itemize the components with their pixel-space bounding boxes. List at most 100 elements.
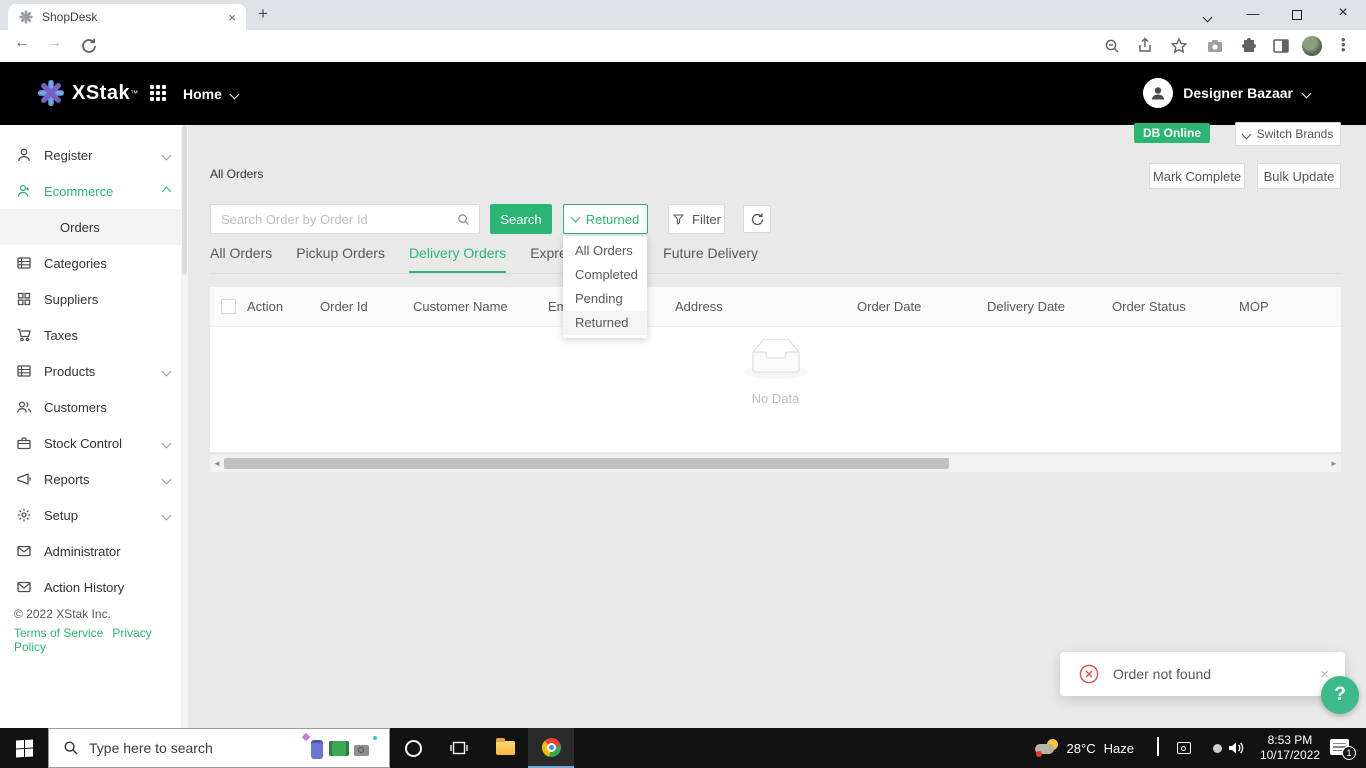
order-search-input[interactable] xyxy=(211,205,479,233)
home-chevron-down-icon xyxy=(229,89,240,99)
windows-logo-icon xyxy=(15,739,33,757)
status-dropdown-menu: All Orders Completed Pending Returned xyxy=(563,236,647,338)
refresh-button[interactable] xyxy=(743,205,771,233)
terms-link[interactable]: Terms of Service xyxy=(14,626,103,640)
search-button[interactable]: Search xyxy=(490,204,552,234)
zoom-icon[interactable] xyxy=(1103,37,1121,55)
tab-all-orders[interactable]: All Orders xyxy=(210,243,272,273)
sidebar-item-setup[interactable]: Setup xyxy=(0,497,188,533)
cortana-button[interactable] xyxy=(390,728,436,768)
empty-state: No Data xyxy=(210,338,1341,406)
back-icon[interactable]: ← xyxy=(14,34,30,52)
notification-badge: 1 xyxy=(1342,746,1356,760)
xstak-brand[interactable]: XStak ™ xyxy=(38,80,138,106)
dropdown-option-pending[interactable]: Pending xyxy=(563,287,647,311)
volume-icon[interactable] xyxy=(1227,740,1245,756)
taskbar-search[interactable] xyxy=(48,728,390,768)
sidebar-label: Ecommerce xyxy=(44,183,114,199)
extensions-puzzle-icon[interactable] xyxy=(1240,37,1258,55)
switch-brands-button[interactable]: Switch Brands xyxy=(1235,122,1341,146)
tab-delivery-orders[interactable]: Delivery Orders xyxy=(408,243,507,273)
search-icon xyxy=(64,741,78,755)
task-view-button[interactable] xyxy=(436,728,482,768)
apps-grid-icon[interactable] xyxy=(150,85,166,101)
sidebar-item-customers[interactable]: Customers xyxy=(0,389,188,425)
sidebar-label: Action History xyxy=(44,579,125,595)
sidebar-item-suppliers[interactable]: Suppliers xyxy=(0,281,188,317)
table-header-row: Action Order Id Customer Name Email Addr… xyxy=(210,287,1341,327)
scrollbar-thumb[interactable] xyxy=(224,458,949,469)
show-hidden-icons-chevron[interactable] xyxy=(1156,737,1159,757)
action-center-button[interactable]: 1 xyxy=(1330,739,1356,760)
bookmark-star-icon[interactable] xyxy=(1170,37,1188,55)
browser-tab[interactable]: ShopDesk × xyxy=(8,4,246,30)
user-name: Designer Bazaar xyxy=(1183,85,1293,101)
tab-pickup-orders[interactable]: Pickup Orders xyxy=(296,243,385,273)
tab-future-delivery[interactable]: Future Delivery xyxy=(663,243,758,273)
scroll-left-arrow-icon[interactable]: ◄ xyxy=(210,459,224,468)
forward-icon[interactable]: → xyxy=(46,34,62,52)
taskbar-search-input[interactable] xyxy=(89,740,279,756)
scroll-right-arrow-icon[interactable]: ► xyxy=(1327,459,1341,468)
weather-widget[interactable]: 28°C Haze xyxy=(1034,739,1134,757)
window-maximize-button[interactable] xyxy=(1287,8,1307,23)
sidebar-item-reports[interactable]: Reports xyxy=(0,461,188,497)
refresh-icon xyxy=(751,213,763,225)
sidebar-scrollbar[interactable] xyxy=(181,125,188,728)
browser-profile-avatar[interactable] xyxy=(1302,36,1322,56)
funnel-icon xyxy=(673,214,685,225)
window-close-button[interactable]: × xyxy=(1333,4,1353,22)
status-filter-dropdown[interactable]: Returned xyxy=(563,204,648,234)
temperature: 28°C xyxy=(1066,740,1096,756)
sidebar-item-administrator[interactable]: Administrator xyxy=(0,533,188,569)
dropdown-option-completed[interactable]: Completed xyxy=(563,263,647,287)
envelope-icon xyxy=(17,581,31,593)
user-menu[interactable]: Designer Bazaar xyxy=(1143,78,1312,108)
camera-extension-icon[interactable] xyxy=(1206,37,1224,55)
chrome-taskbar-button[interactable] xyxy=(528,728,574,768)
dropdown-option-returned[interactable]: Returned xyxy=(563,311,647,335)
clock[interactable]: 8:53 PM 10/17/2022 xyxy=(1260,733,1320,763)
sidebar-item-action-history[interactable]: Action History xyxy=(0,569,188,605)
sidebar-label: Stock Control xyxy=(44,435,123,451)
xstak-logo-icon xyxy=(38,80,64,106)
tray-app-icon[interactable] xyxy=(1176,742,1191,754)
start-button[interactable] xyxy=(0,728,48,768)
ecommerce-icon xyxy=(17,184,30,197)
window-minimize-button[interactable]: — xyxy=(1243,6,1263,21)
select-all-checkbox[interactable] xyxy=(221,299,236,314)
status-filter-label: Returned xyxy=(585,211,640,227)
file-explorer-button[interactable] xyxy=(482,728,528,768)
filter-button[interactable]: Filter xyxy=(668,204,725,234)
sidebar-item-stock-control[interactable]: Stock Control xyxy=(0,425,188,461)
side-panel-icon[interactable] xyxy=(1272,37,1290,55)
dropdown-option-all-orders[interactable]: All Orders xyxy=(563,239,647,263)
window-menu-chevron-icon[interactable] xyxy=(1197,9,1217,24)
nav-home[interactable]: Home xyxy=(183,86,240,102)
order-search-field[interactable] xyxy=(210,204,480,234)
cart-icon xyxy=(17,328,31,342)
search-highlight-graphic xyxy=(301,732,379,762)
sidebar-item-taxes[interactable]: Taxes xyxy=(0,317,188,353)
sidebar-item-ecommerce[interactable]: Ecommerce xyxy=(0,173,188,209)
error-circle-icon xyxy=(1079,664,1099,684)
sidebar-item-register[interactable]: Register xyxy=(0,137,188,173)
taskbar: 28°C Haze 8:53 PM 10/17/2022 1 xyxy=(0,728,1366,768)
tab-close-icon[interactable]: × xyxy=(228,10,236,25)
tab-title: ShopDesk xyxy=(42,10,98,24)
share-icon[interactable] xyxy=(1136,37,1154,55)
screen: ShopDesk × + — × ← → https://xap.xstak.c… xyxy=(0,0,1366,768)
new-tab-button[interactable]: + xyxy=(258,4,268,24)
help-button[interactable]: ? xyxy=(1321,676,1359,714)
sidebar-label: Reports xyxy=(44,471,90,487)
horizontal-scrollbar[interactable]: ◄ ► xyxy=(210,455,1341,472)
reload-icon[interactable] xyxy=(80,37,98,55)
bulk-update-button[interactable]: Bulk Update xyxy=(1257,163,1341,189)
chevron-down-icon xyxy=(1241,129,1252,139)
sidebar-item-categories[interactable]: Categories xyxy=(0,245,188,281)
browser-menu-icon[interactable]: • • • xyxy=(1341,33,1346,56)
sidebar-item-orders[interactable]: Orders xyxy=(0,209,188,245)
mark-complete-button[interactable]: Mark Complete xyxy=(1149,163,1245,189)
chevron-down-icon xyxy=(161,366,172,376)
sidebar-item-products[interactable]: Products xyxy=(0,353,188,389)
